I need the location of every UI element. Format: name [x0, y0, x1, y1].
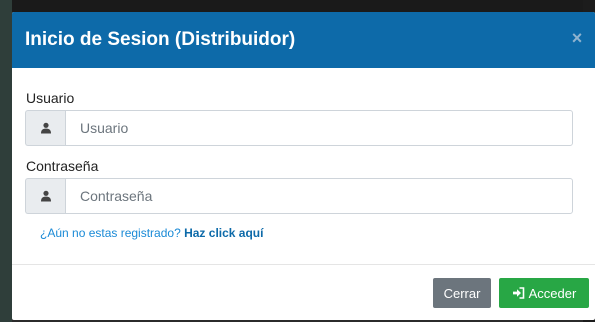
password-label: Contraseña	[26, 158, 99, 174]
login-button[interactable]: Acceder	[499, 278, 589, 308]
modal-body: Usuario Contraseña ¿Aún no estas registr…	[12, 68, 595, 240]
backdrop-left	[0, 0, 12, 322]
close-button[interactable]: Cerrar	[433, 278, 491, 308]
modal-footer: Cerrar Acceder	[12, 264, 595, 320]
register-link[interactable]: Haz click aquí	[184, 226, 263, 240]
username-label: Usuario	[26, 90, 75, 106]
backdrop-top	[0, 0, 595, 12]
user-icon	[25, 178, 65, 214]
register-question: ¿Aún no estas registrado?	[40, 226, 181, 240]
close-icon[interactable]: ×	[569, 29, 585, 47]
login-modal: Inicio de Sesion (Distribuidor) × Usuari…	[12, 12, 595, 320]
user-icon	[25, 110, 65, 146]
modal-header: Inicio de Sesion (Distribuidor) ×	[12, 12, 595, 68]
password-input-group	[25, 178, 573, 214]
username-input-group	[25, 110, 573, 146]
sign-in-icon	[512, 287, 525, 299]
username-input[interactable]	[65, 110, 573, 146]
password-input[interactable]	[65, 178, 573, 214]
register-prompt: ¿Aún no estas registrado? Haz click aquí	[40, 226, 582, 240]
modal-title: Inicio de Sesion (Distribuidor)	[25, 29, 296, 50]
login-button-label: Acceder	[528, 285, 577, 301]
